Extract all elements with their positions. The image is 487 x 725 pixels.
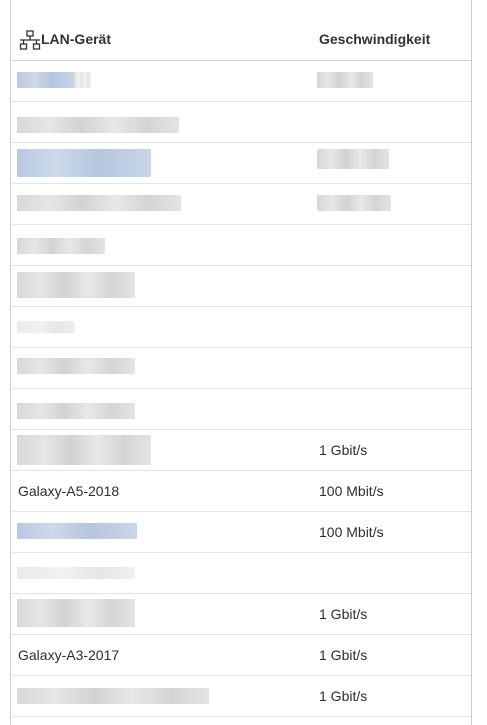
table-row[interactable]	[11, 143, 471, 184]
redacted-device-name	[17, 599, 135, 627]
redacted-device-name	[75, 72, 91, 88]
redacted-speed	[317, 195, 391, 211]
table-row[interactable]	[11, 553, 471, 594]
device-name: Galaxy-A5-2018	[18, 483, 120, 499]
device-speed: 1 Gbit/s	[319, 606, 368, 622]
redacted-speed	[317, 149, 389, 169]
redacted-device-name	[17, 72, 75, 88]
table-row[interactable]: 1 Gbit/s	[11, 430, 471, 471]
device-name: Galaxy-A3-2017	[18, 647, 120, 663]
table-row[interactable]	[11, 389, 471, 430]
table-row[interactable]	[11, 102, 471, 143]
table-row[interactable]: Galaxy-A3-2017 1 Gbit/s	[11, 635, 471, 676]
redacted-device-name	[17, 272, 135, 298]
redacted-speed	[317, 72, 373, 88]
table-row[interactable]: 1 Gbit/s	[11, 594, 471, 635]
column-header-speed[interactable]: Geschwindigkeit	[319, 31, 430, 47]
table-row[interactable]: 100 Mbit/s	[11, 512, 471, 553]
table-row[interactable]	[11, 348, 471, 389]
redacted-device-name	[17, 523, 137, 539]
redacted-device-name	[17, 149, 151, 177]
redacted-device-name	[17, 238, 105, 254]
table-row[interactable]: Galaxy-A5-2018 100 Mbit/s	[11, 471, 471, 512]
device-speed: 1 Gbit/s	[319, 688, 368, 704]
redacted-device-name	[17, 358, 135, 374]
redacted-device-name	[17, 195, 181, 211]
table-row[interactable]	[11, 307, 471, 348]
table-row[interactable]	[11, 184, 471, 225]
table-row[interactable]: 1 Gbit/s	[11, 676, 471, 717]
device-speed: 1 Gbit/s	[319, 442, 368, 458]
redacted-device-name	[17, 567, 135, 579]
device-list: 1 Gbit/s Galaxy-A5-2018 100 Mbit/s 100 M…	[11, 61, 471, 717]
table-header: LAN-Gerät Geschwindigkeit	[11, 20, 471, 61]
table-row[interactable]	[11, 225, 471, 266]
redacted-device-name	[17, 435, 151, 465]
table-row[interactable]	[11, 61, 471, 102]
redacted-device-name	[17, 403, 135, 419]
redacted-device-name	[17, 117, 179, 133]
lan-devices-panel: LAN-Gerät Geschwindigkeit 1 Gbit/s Galax…	[10, 0, 472, 725]
redacted-device-name	[17, 688, 209, 704]
network-icon	[19, 30, 41, 52]
column-header-device[interactable]: LAN-Gerät	[41, 31, 111, 47]
table-row[interactable]	[11, 266, 471, 307]
redacted-device-name	[17, 321, 75, 333]
device-speed: 100 Mbit/s	[319, 524, 384, 540]
device-speed: 1 Gbit/s	[319, 647, 368, 663]
device-speed: 100 Mbit/s	[319, 483, 384, 499]
